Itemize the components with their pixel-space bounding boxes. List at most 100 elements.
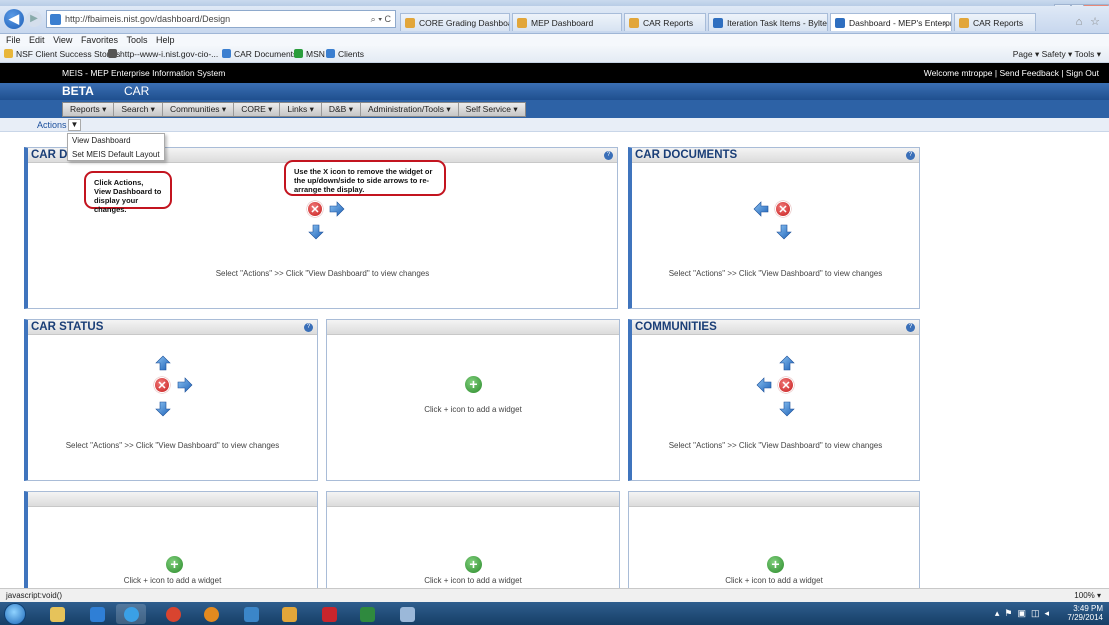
- tab-car-reports[interactable]: CAR Reports: [624, 13, 706, 31]
- page-title-bar: CAR Dashboard - Home - BETA: [0, 83, 1109, 132]
- internet-explorer-icon[interactable]: [116, 604, 146, 624]
- tab-iteration-task-items[interactable]: Iteration Task Items - Bylterati...: [708, 13, 828, 31]
- nav-links[interactable]: Links ▾: [280, 103, 322, 116]
- command-bar[interactable]: Page ▾ Safety ▾ Tools ▾: [1013, 46, 1101, 63]
- nav-reports[interactable]: Reports ▾: [63, 103, 115, 116]
- actions-hint-callout: Click Actions, View Dashboard to display…: [84, 171, 172, 214]
- nav-dnb[interactable]: D&B ▾: [322, 103, 361, 116]
- tab-dashboard-active[interactable]: Dashboard - MEP's Enterpri... ×: [830, 13, 952, 31]
- favorites-bar: NSF Client Success Stories http--www-i.n…: [0, 46, 1109, 63]
- favorite-msn[interactable]: MSN: [294, 46, 325, 63]
- start-button[interactable]: [4, 603, 26, 625]
- arrow-left-icon[interactable]: [755, 376, 773, 394]
- nav-communities[interactable]: Communities ▾: [163, 103, 235, 116]
- msn-icon: [294, 49, 303, 58]
- add-widget-icon[interactable]: +: [465, 556, 482, 573]
- arrow-left-icon[interactable]: [752, 200, 770, 218]
- widget-title: CAR D: [31, 149, 68, 161]
- menu-tools[interactable]: Tools: [126, 35, 147, 45]
- home-icon[interactable]: ⌂: [1072, 15, 1086, 29]
- widget-title: CAR STATUS: [31, 321, 104, 333]
- favorites-star-icon[interactable]: ☆: [1088, 15, 1102, 29]
- widget-car-status: CAR STATUS ? ✕ Select "Actions" >> Click…: [24, 319, 318, 481]
- widget-hint-callout: Use the X icon to remove the widget or t…: [284, 160, 446, 196]
- user-links[interactable]: Welcome mtroppe | Send Feedback | Sign O…: [924, 63, 1099, 83]
- back-arrow-icon[interactable]: ◀: [4, 9, 24, 29]
- help-icon[interactable]: ?: [906, 151, 915, 160]
- tab-core-grading[interactable]: CORE Grading Dashboard: [400, 13, 510, 31]
- page-icon: [222, 49, 231, 58]
- acrobat-icon[interactable]: [314, 604, 344, 624]
- nav-administration-tools[interactable]: Administration/Tools ▾: [361, 103, 459, 116]
- beta-label: BETA: [62, 84, 94, 98]
- remove-widget-icon[interactable]: ✕: [154, 377, 170, 393]
- arrow-up-icon[interactable]: [778, 354, 796, 372]
- actions-button[interactable]: Actions: [37, 118, 67, 132]
- windows-taskbar: ▴⚑▣◫◂ 3:49 PM 7/29/2014: [0, 602, 1109, 625]
- favorite-nist-cio[interactable]: http--www-i.nist.gov-cio-...: [108, 46, 218, 63]
- forward-arrow-icon[interactable]: ▶: [26, 11, 42, 27]
- favorite-clients[interactable]: Clients: [326, 46, 364, 63]
- main-navigation: Reports ▾ Search ▾ Communities ▾ CORE ▾ …: [0, 100, 1109, 118]
- zoom-level[interactable]: 100% ▾: [1074, 589, 1101, 603]
- menu-favorites[interactable]: Favorites: [81, 35, 118, 45]
- remove-widget-icon[interactable]: ✕: [778, 377, 794, 393]
- clock-date: 7/29/2014: [1067, 613, 1103, 622]
- help-icon[interactable]: ?: [604, 151, 613, 160]
- system-tray-icons[interactable]: ▴⚑▣◫◂: [995, 608, 1054, 619]
- widget-communities: COMMUNITIES ? ✕ Select "Actions" >> Clic…: [628, 319, 920, 481]
- explorer-icon[interactable]: [42, 604, 72, 624]
- help-icon[interactable]: ?: [906, 323, 915, 332]
- tab-mep-dashboard[interactable]: MEP Dashboard: [512, 13, 622, 31]
- close-tab-icon[interactable]: ×: [943, 14, 948, 31]
- arrow-down-icon[interactable]: [778, 400, 796, 418]
- add-widget-message: Click + icon to add a widget: [123, 576, 222, 585]
- remove-widget-icon[interactable]: ✕: [775, 201, 791, 217]
- page-icon: [517, 18, 527, 28]
- add-widget-message: Click + icon to add a widget: [424, 576, 522, 585]
- add-widget-icon[interactable]: +: [465, 376, 482, 393]
- menu-view[interactable]: View: [53, 35, 72, 45]
- outlook-icon[interactable]: [82, 604, 112, 624]
- arrow-up-icon[interactable]: [154, 354, 172, 372]
- app-header: MEIS - MEP Enterprise Information System…: [0, 63, 1109, 83]
- excel-icon[interactable]: [352, 604, 382, 624]
- browser-navigation-bar: ◀ ▶ http://fbaimeis.nist.gov/dashboard/D…: [0, 6, 1109, 34]
- tab-car-reports-2[interactable]: CAR Reports: [954, 13, 1036, 31]
- remove-widget-icon[interactable]: ✕: [307, 201, 323, 217]
- menu-help[interactable]: Help: [156, 35, 175, 45]
- clock[interactable]: 3:49 PM 7/29/2014: [1067, 604, 1103, 622]
- arrow-down-icon[interactable]: [307, 223, 325, 241]
- nav-self-service[interactable]: Self Service ▾: [459, 103, 525, 116]
- page-icon: [835, 18, 845, 28]
- widget-title: CAR DOCUMENTS: [635, 149, 738, 161]
- widget-empty-slot: + Click + icon to add a widget: [326, 491, 620, 591]
- paint-icon[interactable]: [392, 604, 422, 624]
- favorite-nsf[interactable]: NSF Client Success Stories: [4, 46, 120, 63]
- address-bar[interactable]: http://fbaimeis.nist.gov/dashboard/Desig…: [46, 10, 396, 28]
- favorite-car-documents[interactable]: CAR Documents: [222, 46, 297, 63]
- address-tools[interactable]: ⌕ ▾ C: [371, 11, 391, 27]
- chevron-down-icon[interactable]: ▼: [68, 119, 81, 131]
- arrow-down-icon[interactable]: [775, 223, 793, 241]
- add-widget-message: Click + icon to add a widget: [725, 576, 823, 585]
- add-widget-icon[interactable]: +: [166, 556, 183, 573]
- page-icon: [405, 18, 415, 28]
- menu-file[interactable]: File: [6, 35, 21, 45]
- chrome-icon[interactable]: [158, 604, 188, 624]
- arrow-down-icon[interactable]: [154, 400, 172, 418]
- nav-search[interactable]: Search ▾: [114, 103, 163, 116]
- lync-icon[interactable]: [236, 604, 266, 624]
- nav-core[interactable]: CORE ▾: [234, 103, 281, 116]
- menu-item-view-dashboard[interactable]: View Dashboard: [68, 134, 164, 148]
- page-title: CAR Dashboard - Home - BETA: [62, 84, 183, 132]
- help-icon[interactable]: ?: [304, 323, 313, 332]
- add-widget-icon[interactable]: +: [767, 556, 784, 573]
- arrow-right-icon[interactable]: [328, 200, 346, 218]
- menu-edit[interactable]: Edit: [29, 35, 45, 45]
- outlook-mail-icon[interactable]: [274, 604, 304, 624]
- menu-item-set-default-layout[interactable]: Set MEIS Default Layout: [68, 148, 164, 162]
- arrow-right-icon[interactable]: [176, 376, 194, 394]
- widget-title: COMMUNITIES: [635, 321, 717, 333]
- firefox-icon[interactable]: [196, 604, 226, 624]
